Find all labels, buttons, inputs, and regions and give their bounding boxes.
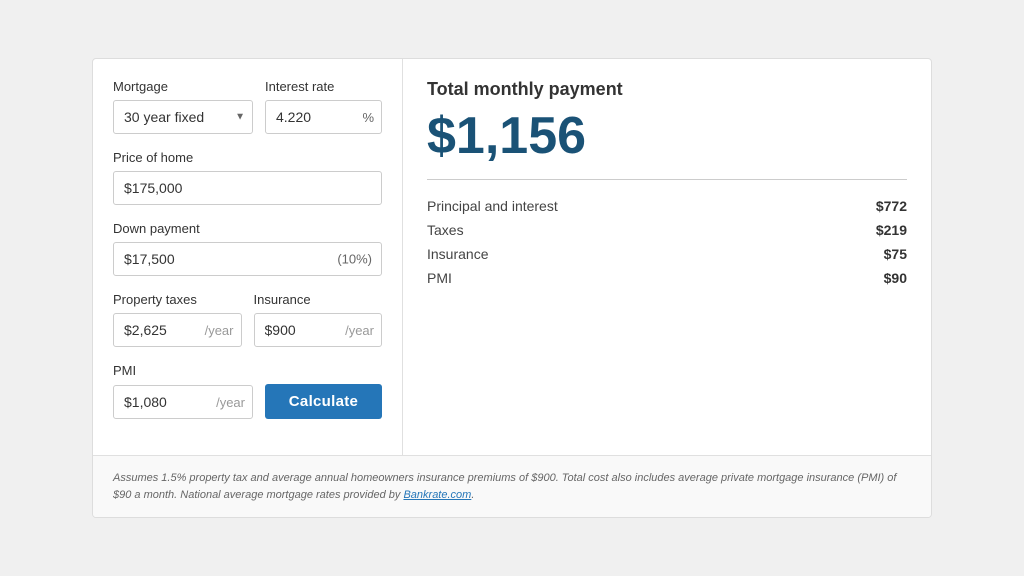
calculate-button[interactable]: Calculate [265, 384, 382, 419]
price-label: Price of home [113, 150, 382, 165]
mortgage-select[interactable]: 30 year fixed 15 year fixed 5/1 ARM [113, 100, 253, 134]
interest-rate-group: Interest rate % [265, 79, 382, 134]
breakdown-table: Principal and interest$772Taxes$219Insur… [427, 194, 907, 290]
mortgage-label: Mortgage [113, 79, 253, 94]
top-row: Mortgage 30 year fixed 15 year fixed 5/1… [113, 79, 382, 134]
interest-rate-input-wrapper: % [265, 100, 382, 134]
percent-suffix: % [362, 110, 374, 125]
down-payment-percent: (10%) [337, 252, 372, 267]
breakdown-row: PMI$90 [427, 266, 907, 290]
property-taxes-label: Property taxes [113, 292, 242, 307]
breakdown-label: Insurance [427, 242, 815, 266]
insurance-label: Insurance [254, 292, 383, 307]
divider [427, 179, 907, 180]
down-payment-label: Down payment [113, 221, 382, 236]
breakdown-value: $219 [815, 218, 907, 242]
breakdown-row: Principal and interest$772 [427, 194, 907, 218]
price-group: Price of home [113, 150, 382, 205]
pmi-group: PMI /year Calculate [113, 363, 382, 419]
footer-note: Assumes 1.5% property tax and average an… [93, 455, 931, 517]
main-content: Mortgage 30 year fixed 15 year fixed 5/1… [93, 59, 931, 455]
insurance-input-wrapper: /year [254, 313, 383, 347]
total-amount: $1,156 [427, 108, 907, 165]
insurance-group: Insurance /year [254, 292, 383, 347]
mortgage-select-wrapper: 30 year fixed 15 year fixed 5/1 ARM ▼ [113, 100, 253, 134]
calculator-card: Mortgage 30 year fixed 15 year fixed 5/1… [92, 58, 932, 518]
breakdown-row: Taxes$219 [427, 218, 907, 242]
breakdown-label: Taxes [427, 218, 815, 242]
breakdown-label: Principal and interest [427, 194, 815, 218]
property-taxes-input-wrapper: /year [113, 313, 242, 347]
right-panel: Total monthly payment $1,156 Principal a… [403, 59, 931, 455]
breakdown-row: Insurance$75 [427, 242, 907, 266]
bankrate-link[interactable]: Bankrate.com [403, 489, 471, 501]
breakdown-value: $75 [815, 242, 907, 266]
footer-text: Assumes 1.5% property tax and average an… [113, 472, 896, 501]
pmi-input-wrapper: /year [113, 385, 253, 419]
taxes-insurance-row: Property taxes /year Insurance /year [113, 292, 382, 347]
property-taxes-unit: /year [205, 323, 234, 338]
breakdown-value: $90 [815, 266, 907, 290]
property-taxes-group: Property taxes /year [113, 292, 242, 347]
pmi-unit: /year [216, 395, 245, 410]
footer-text-end: . [471, 489, 474, 501]
total-monthly-label: Total monthly payment [427, 79, 907, 100]
insurance-unit: /year [345, 323, 374, 338]
breakdown-label: PMI [427, 266, 815, 290]
pmi-calculate-row: /year Calculate [113, 384, 382, 419]
down-payment-group: Down payment (10%) [113, 221, 382, 276]
mortgage-group: Mortgage 30 year fixed 15 year fixed 5/1… [113, 79, 253, 134]
breakdown-value: $772 [815, 194, 907, 218]
down-payment-input-wrapper: (10%) [113, 242, 382, 276]
left-panel: Mortgage 30 year fixed 15 year fixed 5/1… [93, 59, 403, 455]
pmi-input-group: /year [113, 385, 253, 419]
price-input[interactable] [113, 171, 382, 205]
pmi-label: PMI [113, 363, 382, 378]
interest-rate-label: Interest rate [265, 79, 382, 94]
